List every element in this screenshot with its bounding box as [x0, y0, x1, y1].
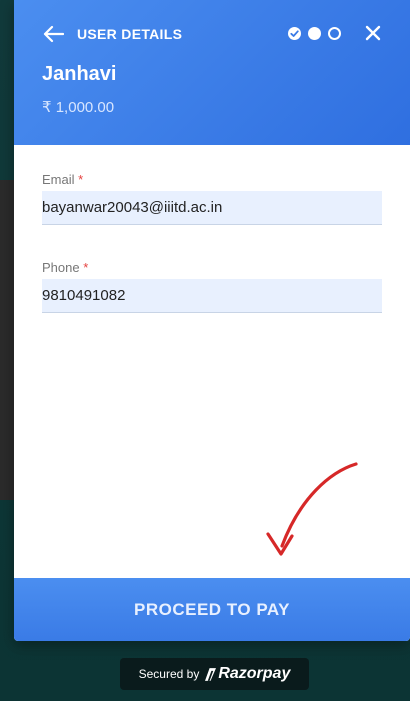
arrow-left-icon[interactable]	[42, 24, 64, 44]
step-indicator	[288, 27, 341, 40]
check-circle-icon	[288, 27, 301, 40]
page: USER DETAILS Janhavi ₹ 1,000.00 Email *	[0, 0, 410, 701]
email-label: Email *	[42, 172, 382, 187]
email-label-text: Email	[42, 172, 75, 187]
required-mark: *	[78, 172, 84, 187]
secured-by-badge: Secured by Razorpay	[120, 658, 309, 690]
step-current-dot	[308, 27, 321, 40]
required-mark: *	[83, 260, 89, 275]
modal-header: USER DETAILS Janhavi ₹ 1,000.00	[14, 0, 410, 145]
razorpay-brand-text: Razorpay	[218, 665, 291, 682]
phone-label-text: Phone	[42, 260, 80, 275]
email-field-group: Email *	[42, 172, 382, 225]
phone-label: Phone *	[42, 260, 382, 275]
header-title: USER DETAILS	[77, 26, 183, 42]
annotation-arrow-icon	[266, 462, 358, 556]
proceed-to-pay-button[interactable]: PROCEED TO PAY	[14, 578, 410, 641]
razorpay-logo-icon: Razorpay	[205, 665, 290, 683]
phone-field-group: Phone *	[42, 260, 382, 313]
background-panel-edge	[0, 180, 14, 500]
close-icon[interactable]	[364, 24, 382, 42]
step-pending-dot	[328, 27, 341, 40]
checkout-modal: USER DETAILS Janhavi ₹ 1,000.00 Email *	[14, 0, 410, 641]
secured-by-text: Secured by	[138, 667, 200, 681]
customer-name: Janhavi	[42, 63, 117, 85]
phone-input[interactable]	[42, 279, 382, 313]
payment-amount: ₹ 1,000.00	[42, 99, 115, 116]
email-input[interactable]	[42, 191, 382, 225]
